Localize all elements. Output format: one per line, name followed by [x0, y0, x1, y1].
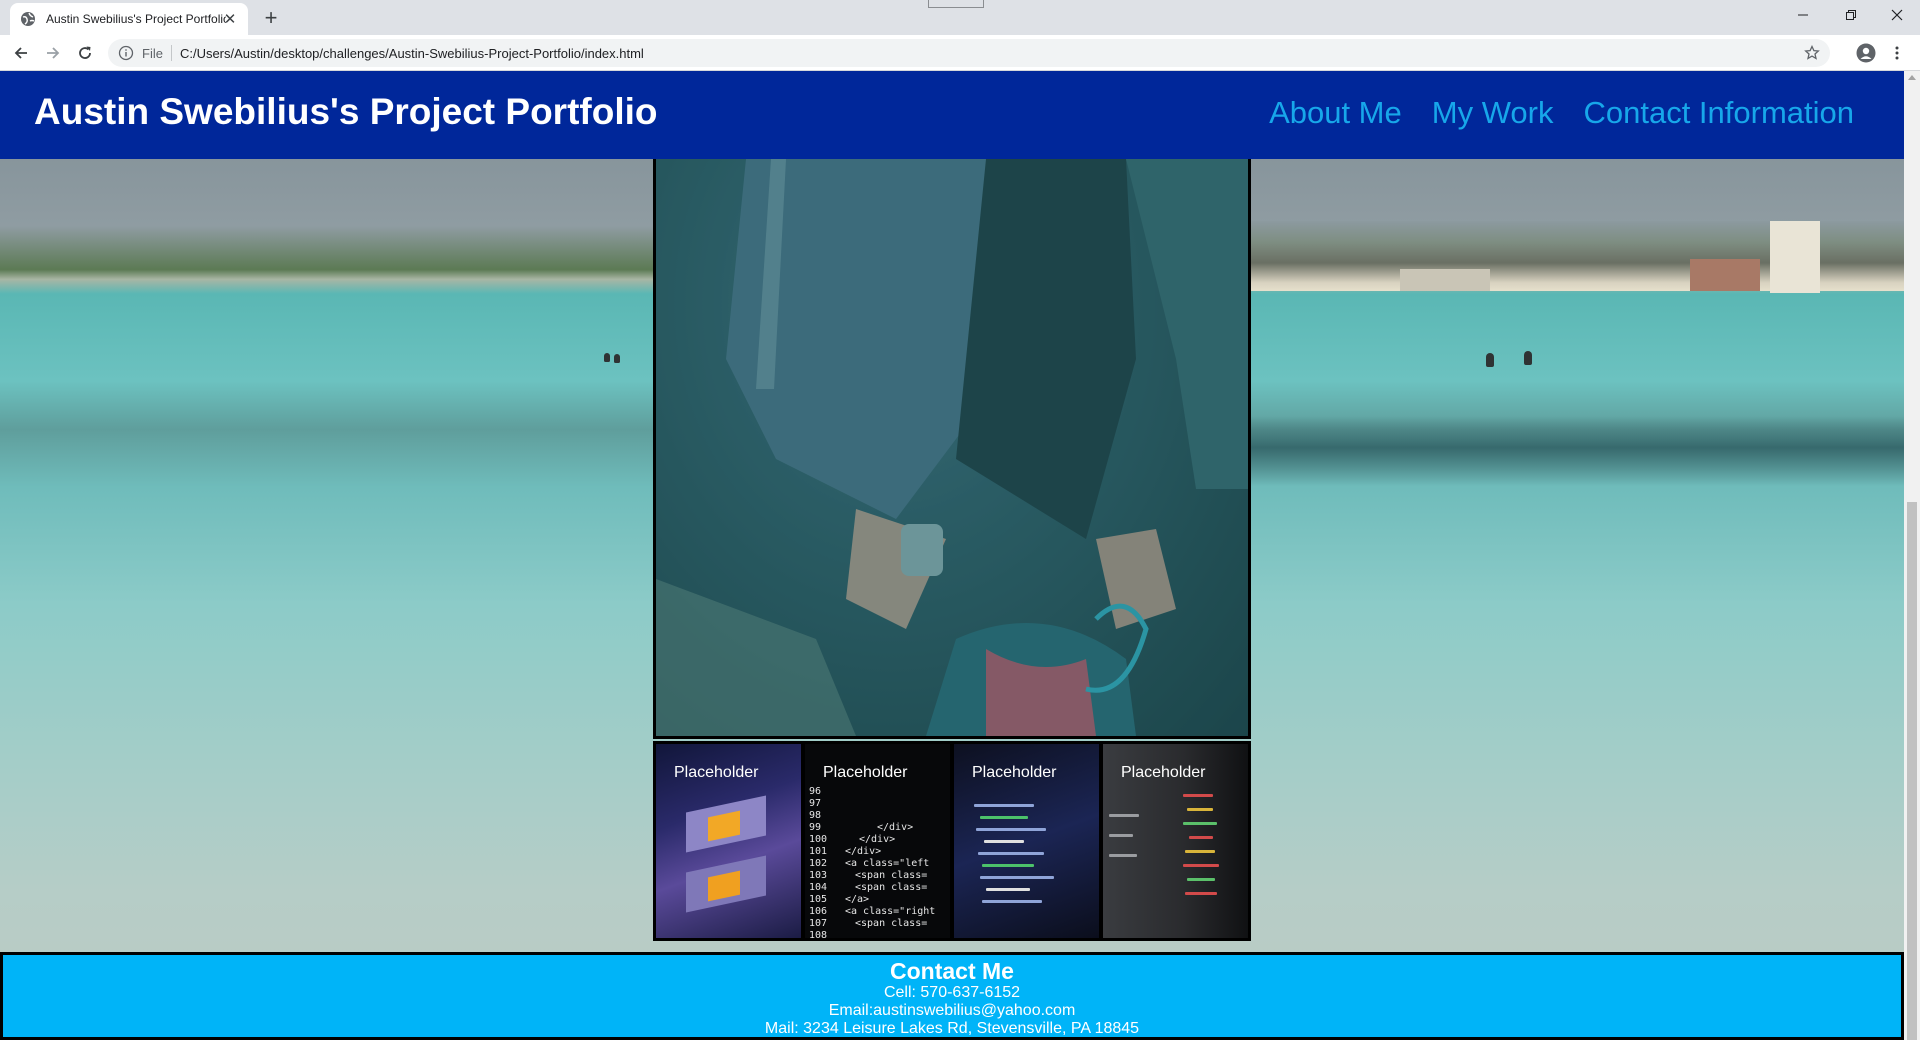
- url-text[interactable]: C:/Users/Austin/desktop/challenges/Austi…: [180, 46, 644, 61]
- hero-image: [653, 159, 1251, 739]
- project-thumbnail[interactable]: Placeholder: [1103, 744, 1248, 938]
- back-arrow-icon[interactable]: [8, 40, 34, 66]
- hero-tint-overlay: [656, 159, 1248, 736]
- more-vert-icon[interactable]: [1884, 40, 1910, 66]
- svg-text:108: 108: [809, 930, 827, 938]
- code-line: [974, 804, 1034, 807]
- contact-cell: Cell: 570-637-6152: [883, 984, 1021, 1001]
- svg-text:106: 106: [809, 906, 827, 917]
- tab-strip: Austin Swebilius's Project Portfolio ✕ +: [0, 0, 1920, 35]
- code-line: [1187, 808, 1213, 811]
- close-icon[interactable]: ✕: [222, 11, 238, 28]
- svg-text:107: 107: [809, 918, 827, 929]
- code-line: [1109, 814, 1139, 817]
- project-thumbnail[interactable]: 96 97 98 99 100 101 102 103 104 105 106 107 108 <…: [805, 744, 950, 938]
- code-line: [978, 852, 1044, 855]
- shore-building: [1400, 269, 1490, 291]
- globe-icon: [20, 11, 36, 27]
- project-thumbnails: Placeholder 96 97 98 99 100 101 102 103 104 105…: [653, 741, 1251, 941]
- svg-text:105: 105: [809, 894, 827, 905]
- swimmer: [1486, 353, 1494, 367]
- site-nav: About Me My Work Contact Information: [1269, 95, 1854, 131]
- svg-text:96: 96: [809, 786, 821, 797]
- reef-shadow: [1250, 416, 1904, 486]
- svg-text:101: 101: [809, 846, 827, 857]
- svg-text:</a>: </a>: [845, 894, 869, 905]
- code-line: [1189, 836, 1213, 839]
- code-line: [1185, 850, 1215, 853]
- star-icon[interactable]: [1804, 45, 1820, 61]
- code-line: [1187, 878, 1215, 881]
- nav-about-me[interactable]: About Me: [1269, 95, 1402, 131]
- svg-text:<span class=: <span class=: [855, 870, 927, 881]
- close-icon[interactable]: [1874, 0, 1920, 30]
- contact-section: Contact Me Cell: 570-637-6152 Email:aust…: [0, 952, 1904, 1040]
- svg-text:</div>: </div>: [859, 834, 895, 845]
- page-viewport: Austin Swebilius's Project Portfolio Abo…: [0, 71, 1920, 1040]
- code-line: [1109, 834, 1133, 837]
- swimmer: [614, 354, 620, 363]
- forward-arrow-icon[interactable]: [40, 40, 66, 66]
- restore-icon[interactable]: [1828, 0, 1874, 30]
- nav-my-work[interactable]: My Work: [1432, 95, 1554, 131]
- contact-mail: Mail: 3234 Leisure Lakes Rd, Stevensvill…: [764, 1020, 1140, 1037]
- svg-text:99: 99: [809, 822, 821, 833]
- profile-icon[interactable]: [1853, 40, 1879, 66]
- project-thumbnail[interactable]: Placeholder: [656, 744, 801, 938]
- code-line: [1183, 794, 1213, 797]
- address-bar[interactable]: File C:/Users/Austin/desktop/challenges/…: [108, 39, 1830, 67]
- svg-text:98: 98: [809, 810, 821, 821]
- shore-building: [1770, 221, 1820, 293]
- scrollbar-thumb[interactable]: [1907, 502, 1917, 1040]
- code-line: [982, 900, 1042, 903]
- thumbnail-label: Placeholder: [972, 764, 1057, 781]
- contact-email: Email:austinswebilius@yahoo.com: [828, 1002, 1076, 1019]
- site-header: Austin Swebilius's Project Portfolio Abo…: [0, 71, 1904, 159]
- code-line: [1183, 864, 1219, 867]
- code-line: [976, 828, 1046, 831]
- svg-text:<a class="right: <a class="right: [845, 906, 935, 917]
- scroll-up-arrow-icon[interactable]: [1908, 75, 1916, 80]
- svg-text:</div>: </div>: [877, 822, 913, 833]
- svg-text:</div>: </div>: [845, 846, 881, 857]
- code-line: [982, 864, 1034, 867]
- svg-text:100: 100: [809, 834, 827, 845]
- scheme-label: File: [142, 45, 163, 61]
- thumbnail-label: Placeholder: [823, 764, 908, 781]
- swimmer: [1524, 351, 1532, 365]
- thumbnail-label: Placeholder: [1121, 764, 1206, 781]
- code-line: [1183, 822, 1217, 825]
- svg-text:102: 102: [809, 858, 827, 869]
- reload-icon[interactable]: [72, 40, 98, 66]
- svg-text:104: 104: [809, 882, 827, 893]
- swimmer: [604, 353, 610, 362]
- nav-contact-information[interactable]: Contact Information: [1583, 95, 1854, 131]
- project-thumbnail[interactable]: Placeholder: [954, 744, 1099, 938]
- browser-toolbar: File C:/Users/Austin/desktop/challenges/…: [0, 35, 1920, 71]
- browser-tab[interactable]: Austin Swebilius's Project Portfolio ✕: [10, 3, 248, 35]
- minimize-icon[interactable]: [1780, 0, 1826, 30]
- code-line: [980, 876, 1054, 879]
- code-line: [1185, 892, 1217, 895]
- svg-text:<span class=: <span class=: [855, 882, 927, 893]
- site-title: Austin Swebilius's Project Portfolio: [34, 91, 658, 132]
- omnibox-divider: [170, 45, 172, 61]
- svg-text:<a class="left: <a class="left: [845, 858, 929, 869]
- svg-text:<span class=: <span class=: [855, 918, 927, 929]
- plus-icon[interactable]: +: [258, 5, 284, 31]
- svg-text:97: 97: [809, 798, 821, 809]
- code-line: [1109, 854, 1137, 857]
- window-drag-handle[interactable]: [928, 0, 984, 8]
- code-line: [980, 816, 1028, 819]
- page-scrollbar[interactable]: [1904, 71, 1920, 1040]
- code-line: [984, 840, 1024, 843]
- tab-title: Austin Swebilius's Project Portfolio: [46, 12, 226, 26]
- contact-heading: Contact Me: [890, 958, 1014, 984]
- info-icon[interactable]: [118, 45, 134, 61]
- svg-text:103: 103: [809, 870, 827, 881]
- code-line: [986, 888, 1030, 891]
- thumbnail-label: Placeholder: [674, 764, 759, 781]
- shore-building: [1690, 259, 1760, 291]
